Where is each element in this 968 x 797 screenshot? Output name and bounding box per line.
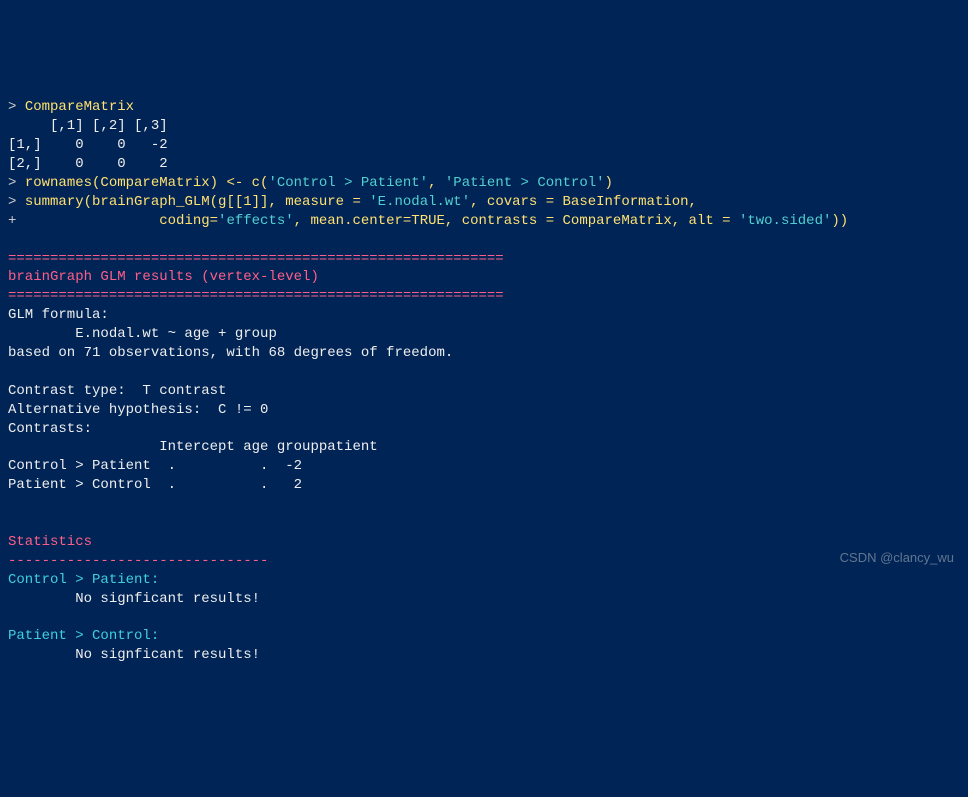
string-literal: 'Patient > Control' (445, 175, 605, 191)
statistics-label: Statistics (8, 534, 92, 550)
command-text: , (428, 175, 445, 191)
contrasts-header: Intercept age grouppatient (8, 439, 378, 455)
contrast-type: Contrast type: T contrast (8, 383, 226, 399)
command-text: , mean.center=TRUE, contrasts = CompareM… (294, 213, 739, 229)
command-text: )) (831, 213, 848, 229)
alt-hypothesis: Alternative hypothesis: C != 0 (8, 402, 268, 418)
contrast-row: Control > Patient . . -2 (8, 458, 302, 474)
stat-contrast-name: Patient > Control: (8, 628, 159, 644)
results-title: brainGraph GLM results (vertex-level) (8, 269, 319, 285)
command-text: , covars = BaseInformation, (470, 194, 697, 210)
stat-contrast-name: Control > Patient: (8, 572, 159, 588)
string-literal: 'Control > Patient' (268, 175, 428, 191)
command-text: coding= (159, 213, 218, 229)
command-text: ) (605, 175, 613, 191)
matrix-row: [1,] 0 0 -2 (8, 137, 168, 153)
command-text: rownames(CompareMatrix) <- c( (25, 175, 269, 191)
matrix-header: [,1] [,2] [,3] (8, 118, 168, 134)
separator-line: ========================================… (8, 251, 504, 267)
continuation-char: + (8, 213, 159, 229)
terminal-output: > CompareMatrix [,1] [,2] [,3] [1,] 0 0 … (8, 80, 960, 666)
stats-divider: ------------------------------- (8, 553, 268, 569)
prompt-char: > (8, 99, 25, 115)
stat-result: No signficant results! (8, 647, 260, 663)
glm-formula-label: GLM formula: (8, 307, 109, 323)
contrast-row: Patient > Control . . 2 (8, 477, 302, 493)
stat-result: No signficant results! (8, 591, 260, 607)
prompt-char: > (8, 194, 25, 210)
matrix-row: [2,] 0 0 2 (8, 156, 168, 172)
prompt-char: > (8, 175, 25, 191)
observations-line: based on 71 observations, with 68 degree… (8, 345, 453, 361)
string-literal: 'effects' (218, 213, 294, 229)
command-text: CompareMatrix (25, 99, 134, 115)
glm-formula: E.nodal.wt ~ age + group (8, 326, 277, 342)
contrasts-label: Contrasts: (8, 421, 92, 437)
command-text: summary(brainGraph_GLM(g[[1]], measure = (25, 194, 369, 210)
separator-line: ========================================… (8, 288, 504, 304)
string-literal: 'two.sided' (739, 213, 831, 229)
watermark-text: CSDN @clancy_wu (840, 549, 954, 567)
string-literal: 'E.nodal.wt' (369, 194, 470, 210)
